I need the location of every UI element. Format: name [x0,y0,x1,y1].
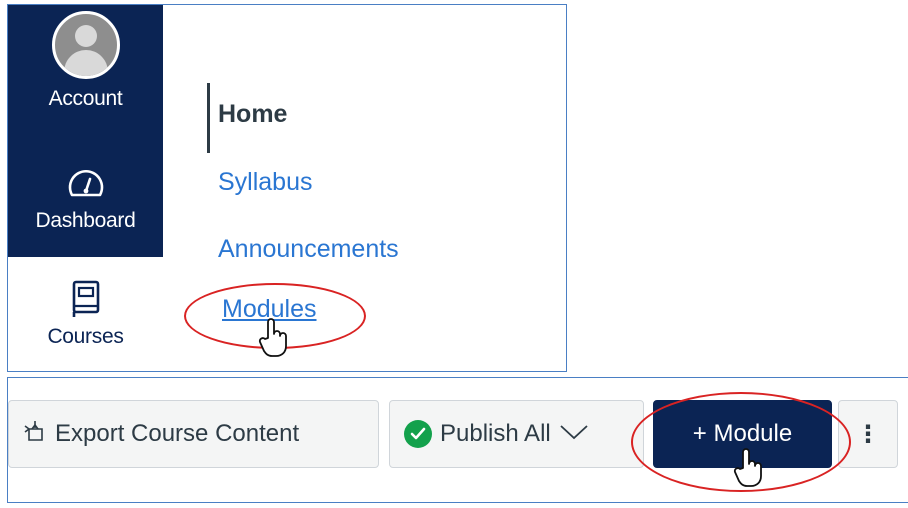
more-options-button[interactable]: ⋮ [838,400,898,468]
export-course-content-button[interactable]: Export Course Content [8,400,379,468]
speedometer-icon [8,161,163,205]
add-module-label: + Module [692,420,793,447]
nav-courses[interactable]: Courses [8,277,163,349]
nav-dashboard-label: Dashboard [35,209,136,232]
add-module-button[interactable]: + Module [653,400,832,468]
more-options-icon: ⋮ [856,420,880,448]
course-navigation-panel: Account Dashboard Courses Home Syllabus … [7,4,567,372]
course-nav-modules[interactable]: Modules [222,295,317,324]
avatar-icon [51,11,120,79]
nav-dashboard[interactable]: Dashboard [8,161,163,233]
book-icon [8,277,163,321]
course-nav-announcements[interactable]: Announcements [218,235,399,264]
nav-account[interactable]: Account [8,11,163,111]
check-circle-icon [404,420,432,448]
nav-courses-label: Courses [47,325,124,348]
global-nav: Account Dashboard Courses [8,5,163,371]
publish-all-button[interactable]: Publish All [389,400,644,468]
export-button-label: Export Course Content [55,420,300,447]
course-nav-home[interactable]: Home [218,100,287,129]
publish-all-label: Publish All [440,420,551,447]
nav-account-label: Account [48,87,123,110]
modules-toolbar: Export Course Content Publish All + Modu… [7,377,908,503]
export-icon [23,420,47,449]
active-item-indicator [207,83,210,153]
chevron-down-icon [559,420,589,448]
course-nav-syllabus[interactable]: Syllabus [218,168,313,197]
